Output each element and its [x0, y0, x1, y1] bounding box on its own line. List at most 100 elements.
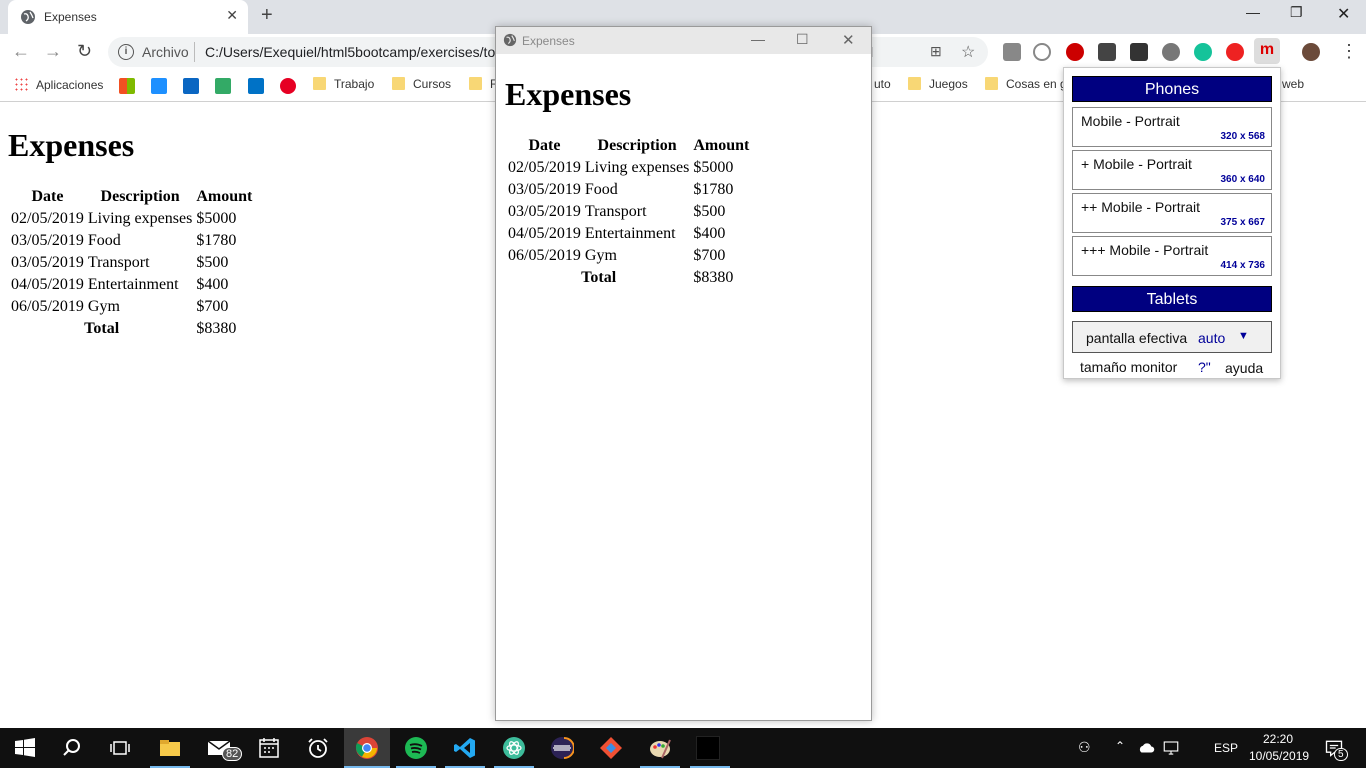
adblock-extension-icon[interactable] — [1066, 43, 1084, 61]
table-header-row: Date Description Amount — [507, 136, 750, 156]
red-extension-icon[interactable] — [1226, 43, 1244, 61]
network-icon[interactable] — [1162, 739, 1180, 757]
forward-icon[interactable]: → — [44, 41, 62, 62]
alarm-clock-icon[interactable] — [306, 736, 330, 760]
bookmark-star-icon[interactable]: ☆ — [961, 42, 975, 62]
file-explorer-icon[interactable] — [158, 736, 182, 760]
gitkraken-icon[interactable] — [599, 736, 623, 760]
vscode-icon[interactable] — [453, 736, 477, 760]
cell-amount: $1780 — [693, 181, 734, 198]
header-amount: Amount — [693, 137, 750, 154]
dropdown-arrow-icon: ▼ — [1238, 330, 1249, 342]
effective-screen-select[interactable]: pantalla efectiva auto ▼ — [1072, 321, 1272, 353]
pinterest-icon[interactable] — [280, 78, 296, 94]
header-date: Date — [31, 188, 64, 205]
bookmark-folder-web[interactable]: web — [1282, 77, 1304, 91]
popup-minimize-icon[interactable]: — — [751, 31, 765, 47]
minimize-icon[interactable]: — — [1246, 4, 1260, 20]
apps-bookmark[interactable]: Aplicaciones — [14, 77, 103, 92]
onedrive-icon[interactable] — [1137, 739, 1155, 757]
cell-amount: $400 — [196, 276, 229, 293]
flow-extension-icon[interactable] — [1098, 43, 1116, 61]
browser-tab[interactable]: Expenses ✕ — [8, 0, 248, 34]
task-view-icon[interactable] — [108, 736, 132, 760]
device-option[interactable]: + Mobile - Portrait 360 x 640 — [1072, 150, 1272, 190]
terminal-icon[interactable] — [696, 736, 720, 760]
search-icon[interactable] — [60, 736, 84, 760]
restore-icon[interactable]: ❐ — [1290, 4, 1303, 21]
paint-icon[interactable] — [648, 736, 672, 760]
device-option[interactable]: +++ Mobile - Portrait 414 x 736 — [1072, 236, 1272, 276]
info-icon[interactable]: i — [118, 44, 134, 60]
expenses-table: Date Description Amount 02/05/2019 Living… — [8, 185, 255, 341]
cell-date: 06/05/2019 — [508, 247, 581, 264]
cell-date: 04/05/2019 — [508, 225, 581, 242]
menu-kebab-icon[interactable]: ⋮ — [1340, 41, 1358, 62]
language-indicator[interactable]: ESP — [1214, 741, 1238, 755]
translate-icon[interactable]: ⊞ — [930, 43, 942, 60]
windows-start-icon[interactable] — [13, 736, 37, 760]
maps-icon[interactable] — [215, 78, 231, 94]
table-row: 02/05/2019 Living expenses $5000 — [507, 158, 750, 178]
outlook-icon[interactable] — [248, 78, 264, 94]
calendar-icon[interactable] — [257, 736, 281, 760]
bookmark-folder-auto[interactable]: uto — [874, 77, 891, 91]
total-label: Total — [581, 269, 617, 286]
table-row: 06/05/2019 Gym $700 — [507, 246, 750, 266]
clock-date[interactable]: 10/05/2019 — [1249, 749, 1309, 763]
folder-icon — [985, 77, 998, 90]
bookmark-folder-juegos[interactable]: Juegos — [908, 77, 968, 91]
bookmark-folder-trabajo[interactable]: Trabajo — [313, 77, 374, 91]
code-extension-icon[interactable] — [1033, 43, 1051, 61]
new-tab-button[interactable]: + — [261, 4, 273, 27]
table-total-row: Total $8380 — [507, 268, 750, 288]
device-name: + Mobile - Portrait — [1081, 156, 1192, 172]
viewport-extension-icon[interactable]: m — [1254, 38, 1280, 64]
url-text: C:/Users/Exequiel/html5bootcamp/exercise… — [205, 44, 496, 60]
bookmark-folder-cursos[interactable]: Cursos — [392, 77, 451, 91]
cell-date: 02/05/2019 — [508, 159, 581, 176]
device-size: 320 x 568 — [1220, 131, 1266, 142]
cell-description: Food — [584, 181, 618, 198]
spotify-icon[interactable] — [404, 736, 428, 760]
device-option[interactable]: ++ Mobile - Portrait 375 x 667 — [1072, 193, 1272, 233]
device-size: 414 x 736 — [1220, 260, 1266, 271]
back-icon[interactable]: ← — [12, 41, 30, 62]
popup-titlebar[interactable]: Expenses — ☐ ✕ — [496, 27, 871, 54]
eclipse-icon[interactable] — [550, 736, 574, 760]
reload-icon[interactable]: ↻ — [77, 41, 92, 62]
apps-grid-icon — [14, 77, 28, 91]
header-description: Description — [597, 137, 677, 154]
clock-time[interactable]: 22:20 — [1263, 732, 1293, 746]
people-icon[interactable]: ⚇ — [1078, 739, 1091, 756]
header-date: Date — [528, 137, 561, 154]
monitor-size-label: tamaño monitor — [1080, 359, 1178, 375]
bookmark-folder-f[interactable]: F — [469, 77, 497, 91]
code-icon[interactable] — [151, 78, 167, 94]
grammarly-extension-icon[interactable] — [1194, 43, 1212, 61]
bookmark-folder-cosas[interactable]: Cosas en g — [985, 77, 1067, 91]
help-link[interactable]: ayuda — [1225, 360, 1263, 376]
gear-extension-icon[interactable] — [1162, 43, 1180, 61]
chrome-icon[interactable] — [355, 736, 379, 760]
tray-expand-icon[interactable]: ⌃ — [1115, 739, 1125, 753]
cell-date: 06/05/2019 — [11, 298, 84, 315]
device-size: 360 x 640 — [1220, 174, 1266, 185]
device-option[interactable]: Mobile - Portrait 320 x 568 — [1072, 107, 1272, 147]
header-amount: Amount — [196, 188, 253, 205]
table-row: 03/05/2019 Food $1780 — [10, 231, 253, 251]
window-close-icon[interactable]: ✕ — [1337, 4, 1350, 24]
avatar[interactable] — [1302, 43, 1320, 61]
linkedin-icon[interactable] — [183, 78, 199, 94]
cell-amount: $700 — [196, 298, 229, 315]
folder-icon — [469, 77, 482, 90]
monitor-size-value[interactable]: ?" — [1198, 359, 1211, 375]
popup-close-icon[interactable]: ✕ — [842, 31, 855, 49]
tab-close-icon[interactable]: ✕ — [226, 7, 238, 24]
microsoft-icon[interactable] — [119, 78, 135, 94]
tablets-header[interactable]: Tablets — [1072, 286, 1272, 312]
atom-icon[interactable] — [502, 736, 526, 760]
pdf-extension-icon[interactable] — [1003, 43, 1021, 61]
your-extension-icon[interactable] — [1130, 43, 1148, 61]
popup-maximize-icon[interactable]: ☐ — [796, 31, 809, 48]
